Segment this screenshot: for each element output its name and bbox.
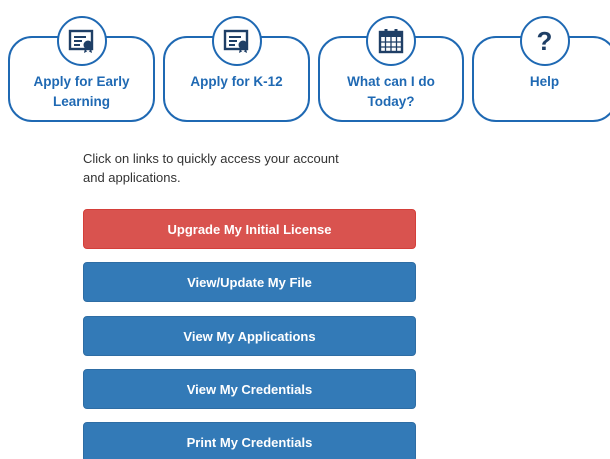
button-label: View/Update My File <box>187 274 312 290</box>
page: Apply for Early Learning Apply for K-12 <box>0 0 610 459</box>
tile-label: Apply for Early Learning <box>10 72 153 112</box>
intro-line2: and applications. <box>83 170 181 185</box>
print-credentials-button[interactable]: Print My Credentials <box>83 422 416 459</box>
tile-label-line1: Apply for K-12 <box>190 74 283 89</box>
tile-help[interactable]: ? Help <box>472 16 610 122</box>
tile-label: Help <box>474 72 610 92</box>
view-applications-button[interactable]: View My Applications <box>83 316 416 356</box>
help-icon: ? <box>519 16 570 66</box>
button-label: View My Credentials <box>186 381 313 397</box>
view-credentials-button[interactable]: View My Credentials <box>83 369 416 409</box>
tile-label: What can I do Today? <box>320 72 462 112</box>
tile-apply-early-learning[interactable]: Apply for Early Learning <box>8 16 155 122</box>
tile-apply-k12[interactable]: Apply for K-12 <box>163 16 310 122</box>
tile-label: Apply for K-12 <box>165 72 308 92</box>
help-glyph: ? <box>536 26 553 56</box>
certificate-icon <box>56 16 107 66</box>
intro-text: Click on links to quickly access your ac… <box>83 149 403 187</box>
tile-label-line2: Today? <box>367 94 415 109</box>
intro-line1: Click on links to quickly access your ac… <box>83 151 339 166</box>
certificate-icon <box>211 16 262 66</box>
tile-label-line1: What can I do <box>347 74 435 89</box>
tile-what-can-i-do-today[interactable]: What can I do Today? <box>318 16 464 122</box>
tile-label-line2: Learning <box>52 94 110 109</box>
button-label: View My Applications <box>183 328 316 344</box>
view-update-file-button[interactable]: View/Update My File <box>83 262 416 302</box>
tile-label-line1: Help <box>529 74 560 89</box>
button-label: Print My Credentials <box>186 434 313 450</box>
tile-label-line1: Apply for Early <box>33 74 130 89</box>
upgrade-initial-license-button[interactable]: Upgrade My Initial License <box>83 209 416 249</box>
calendar-icon <box>366 16 416 66</box>
button-label: Upgrade My Initial License <box>167 221 332 237</box>
